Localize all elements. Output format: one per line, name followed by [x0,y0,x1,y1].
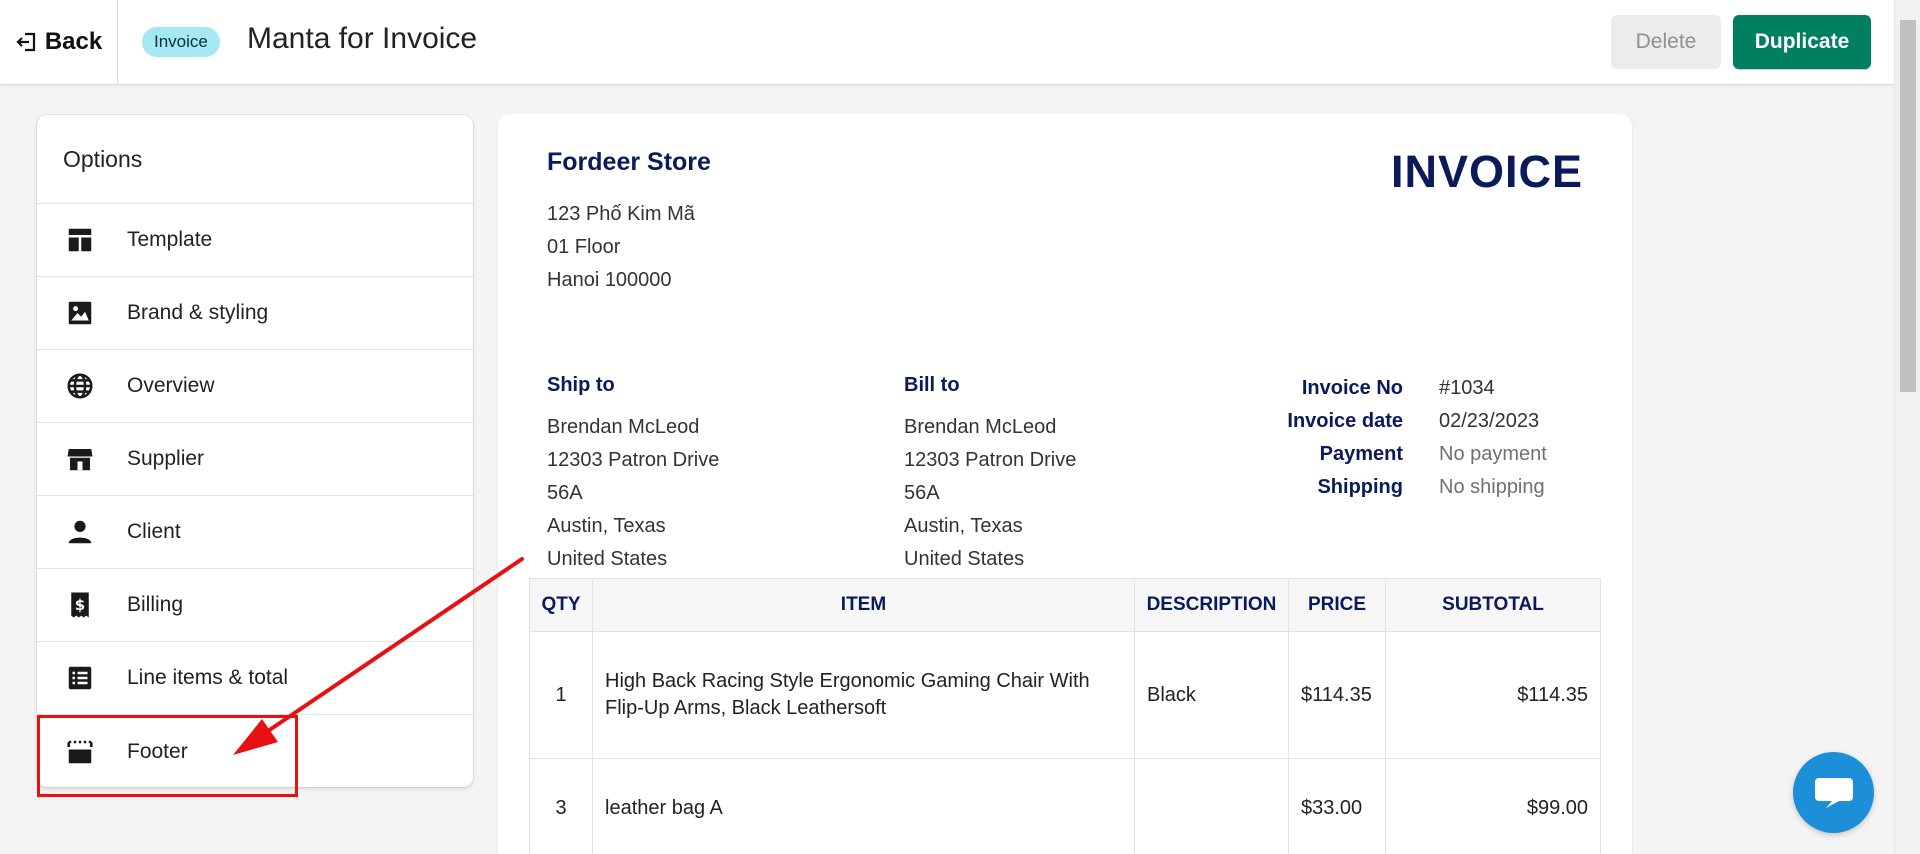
globe-icon [67,373,93,399]
option-billing[interactable]: $ Billing [37,569,473,642]
back-button[interactable]: Back [0,0,118,84]
bill-to-heading: Bill to [904,374,960,396]
bill-to-block: Bill to Brendan McLeod 12303 Patron Driv… [904,374,1076,576]
option-template[interactable]: Template [37,204,473,277]
meta-value: No shipping [1439,476,1545,498]
status-badge: Invoice [142,27,220,57]
address-line: Brendan McLeod [904,416,1057,438]
meta-value: 02/23/2023 [1439,410,1540,432]
cell-item: leather bag A [592,758,1135,854]
meta-value: #1034 [1439,377,1495,399]
address-line: 123 Phố Kim Mã [547,203,695,225]
address-line: United States [904,548,1025,570]
ship-to-heading: Ship to [547,374,615,396]
option-label: Billing [127,593,184,616]
address-line: 56A [904,482,940,504]
meta-label: Shipping [1317,476,1403,498]
header-subtotal: SUBTOTAL [1385,578,1601,632]
invoice-heading: INVOICE [1390,146,1583,197]
address-line: Austin, Texas [904,515,1023,537]
option-label: Line items & total [127,666,289,689]
header-price: PRICE [1288,578,1386,632]
chat-button[interactable] [1793,752,1874,833]
person-icon [68,520,92,544]
header-description: DESCRIPTION [1134,578,1289,632]
meta-label: Payment [1319,443,1403,465]
meta-row-invoice-date: Invoice date 02/23/2023 [1228,405,1608,438]
address-line: Brendan McLeod [547,416,700,438]
table-header-row: QTY ITEM DESCRIPTION PRICE SUBTOTAL [529,578,1601,632]
invoice-preview: Fordeer Store INVOICE 123 Phố Kim Mã 01 … [498,114,1632,854]
store-address: 123 Phố Kim Mã 01 Floor Hanoi 100000 [547,198,695,297]
page-title: Manta for Invoice [247,22,478,55]
meta-label: Invoice No [1301,377,1403,399]
address-line: 56A [547,482,583,504]
cell-subtotal: $114.35 [1385,631,1601,759]
option-supplier[interactable]: Supplier [37,423,473,496]
template-icon [68,228,92,252]
svg-text:$: $ [75,596,85,614]
option-label: Client [127,520,181,543]
option-line-items[interactable]: Line items & total [37,642,473,715]
table-row: 1 High Back Racing Style Ergonomic Gamin… [529,631,1601,759]
meta-label: Invoice date [1287,410,1403,432]
options-title: Options [37,115,473,204]
cell-price: $114.35 [1288,631,1386,759]
line-items-table: QTY ITEM DESCRIPTION PRICE SUBTOTAL 1 Hi… [529,578,1601,854]
option-label: Supplier [127,447,205,470]
store-name: Fordeer Store [547,148,711,176]
address-line: 01 Floor [547,236,621,258]
option-label: Brand & styling [127,301,269,324]
chat-icon [1814,777,1853,808]
option-label: Template [127,228,213,251]
back-label: Back [44,28,103,55]
top-bar: Back Invoice Manta for Invoice Delete Du… [0,0,1894,85]
cell-qty: 3 [529,758,593,854]
address-line: Hanoi 100000 [547,269,672,291]
address-line: United States [547,548,668,570]
cell-description [1134,758,1289,854]
cell-description: Black [1134,631,1289,759]
meta-row-payment: Payment No payment [1228,438,1608,471]
cell-price: $33.00 [1288,758,1386,854]
address-line: Austin, Texas [547,515,666,537]
duplicate-button[interactable]: Duplicate [1733,15,1871,69]
header-item: ITEM [592,578,1135,632]
ship-to-block: Ship to Brendan McLeod 12303 Patron Driv… [547,374,719,576]
highlight-box [37,715,298,797]
meta-value: No payment [1439,443,1547,465]
back-arrow-icon [16,32,35,52]
store-icon [67,449,93,471]
image-icon [68,301,92,325]
scrollbar-thumb[interactable] [1900,20,1916,392]
option-client[interactable]: Client [37,496,473,569]
address-line: 12303 Patron Drive [547,449,720,471]
option-label: Overview [127,374,215,397]
meta-row-invoice-no: Invoice No #1034 [1228,372,1608,405]
receipt-icon: $ [71,592,89,618]
meta-row-shipping: Shipping No shipping [1228,471,1608,504]
scrollbar[interactable] [1894,0,1920,854]
invoice-meta: Invoice No #1034 Invoice date 02/23/2023… [1228,372,1608,504]
table-row: 3 leather bag A $33.00 $99.00 [529,758,1601,854]
cell-item: High Back Racing Style Ergonomic Gaming … [592,631,1135,759]
cell-subtotal: $99.00 [1385,758,1601,854]
header-qty: QTY [529,578,593,632]
option-overview[interactable]: Overview [37,350,473,423]
list-icon [68,666,92,690]
cell-qty: 1 [529,631,593,759]
options-panel: Options Template Brand & styling Overvie… [37,115,473,787]
option-brand-styling[interactable]: Brand & styling [37,277,473,350]
delete-button[interactable]: Delete [1611,15,1721,69]
address-line: 12303 Patron Drive [904,449,1077,471]
